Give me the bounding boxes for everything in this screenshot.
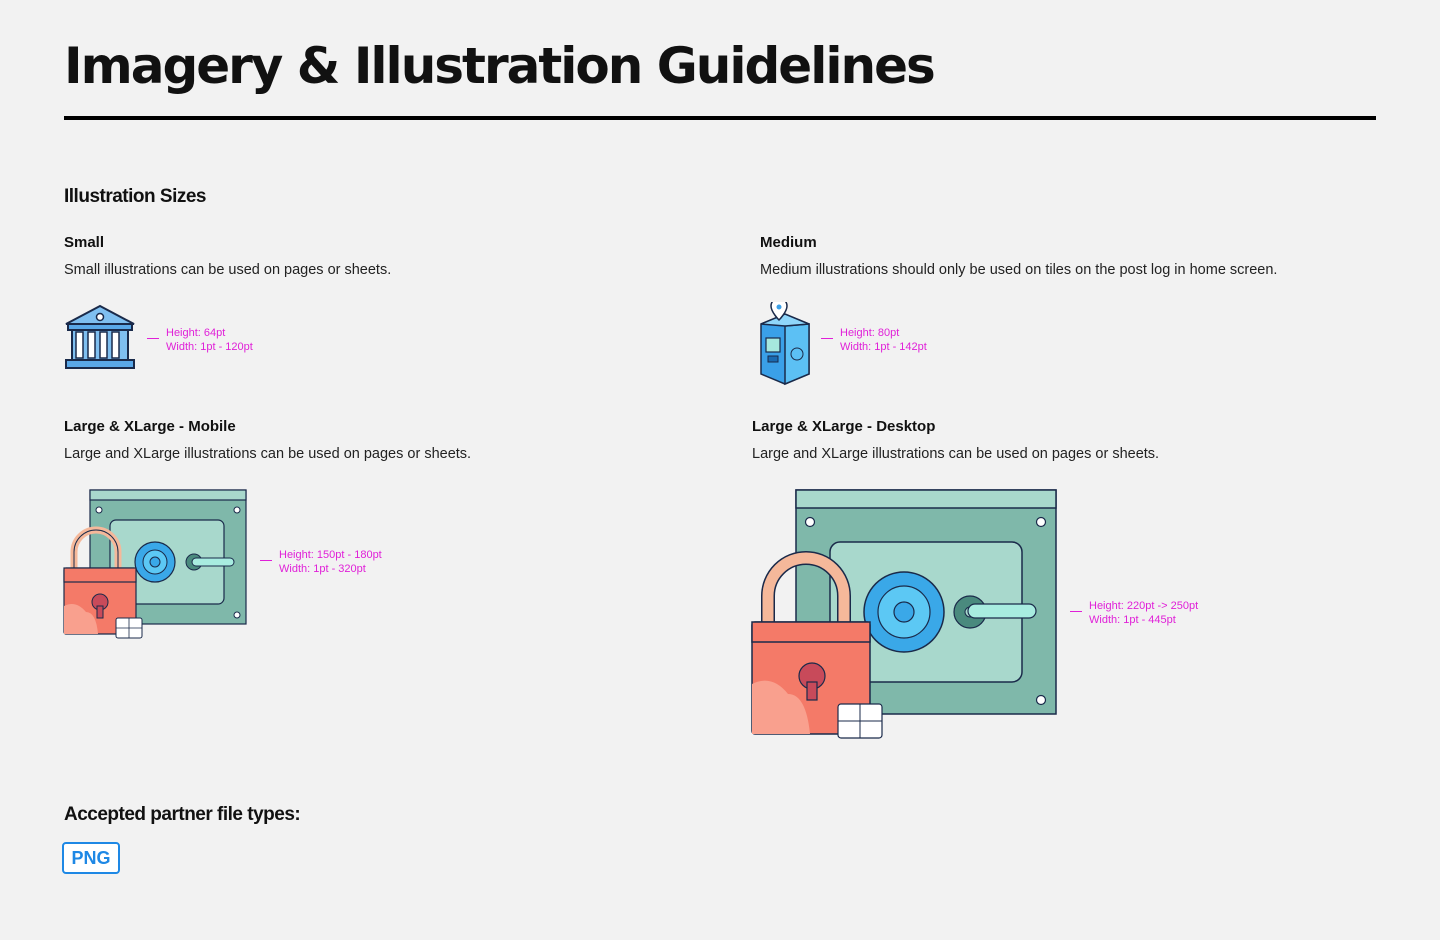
png-file-type-badge: PNG [62, 842, 120, 874]
safe-lock-illustration [62, 488, 250, 642]
illustration-sizes-heading: Illustration Sizes [64, 186, 206, 207]
large-desktop-title: Large & XLarge - Desktop [752, 418, 936, 435]
large-desktop-height-spec: Height: 220pt -> 250pt [1089, 600, 1199, 612]
page-title: Imagery & Illustration Guidelines [64, 37, 936, 95]
large-mobile-height-spec: Height: 150pt - 180pt [279, 549, 382, 561]
spec-dash [147, 338, 159, 339]
small-height-spec: Height: 64pt [166, 327, 226, 339]
spec-dash [1070, 611, 1082, 612]
title-divider [64, 116, 1376, 120]
atm-location-icon [757, 297, 813, 386]
large-mobile-description: Large and XLarge illustrations can be us… [64, 446, 472, 462]
large-desktop-width-spec: Width: 1pt - 445pt [1089, 614, 1176, 626]
small-width-spec: Width: 1pt - 120pt [166, 341, 253, 353]
bank-icon [64, 304, 136, 370]
medium-description: Medium illustrations should only be used… [760, 262, 1278, 278]
large-desktop-description: Large and XLarge illustrations can be us… [752, 446, 1160, 462]
large-mobile-title: Large & XLarge - Mobile [64, 418, 236, 435]
large-mobile-width-spec: Width: 1pt - 320pt [279, 563, 366, 575]
medium-title: Medium [760, 234, 817, 251]
medium-width-spec: Width: 1pt - 142pt [840, 341, 927, 353]
small-title: Small [64, 234, 105, 251]
spec-dash [821, 338, 833, 339]
small-description: Small illustrations can be used on pages… [64, 262, 392, 278]
safe-lock-illustration-large [750, 488, 1060, 740]
medium-height-spec: Height: 80pt [840, 327, 900, 339]
spec-dash [260, 560, 272, 561]
accepted-file-types-heading: Accepted partner file types: [64, 804, 301, 825]
